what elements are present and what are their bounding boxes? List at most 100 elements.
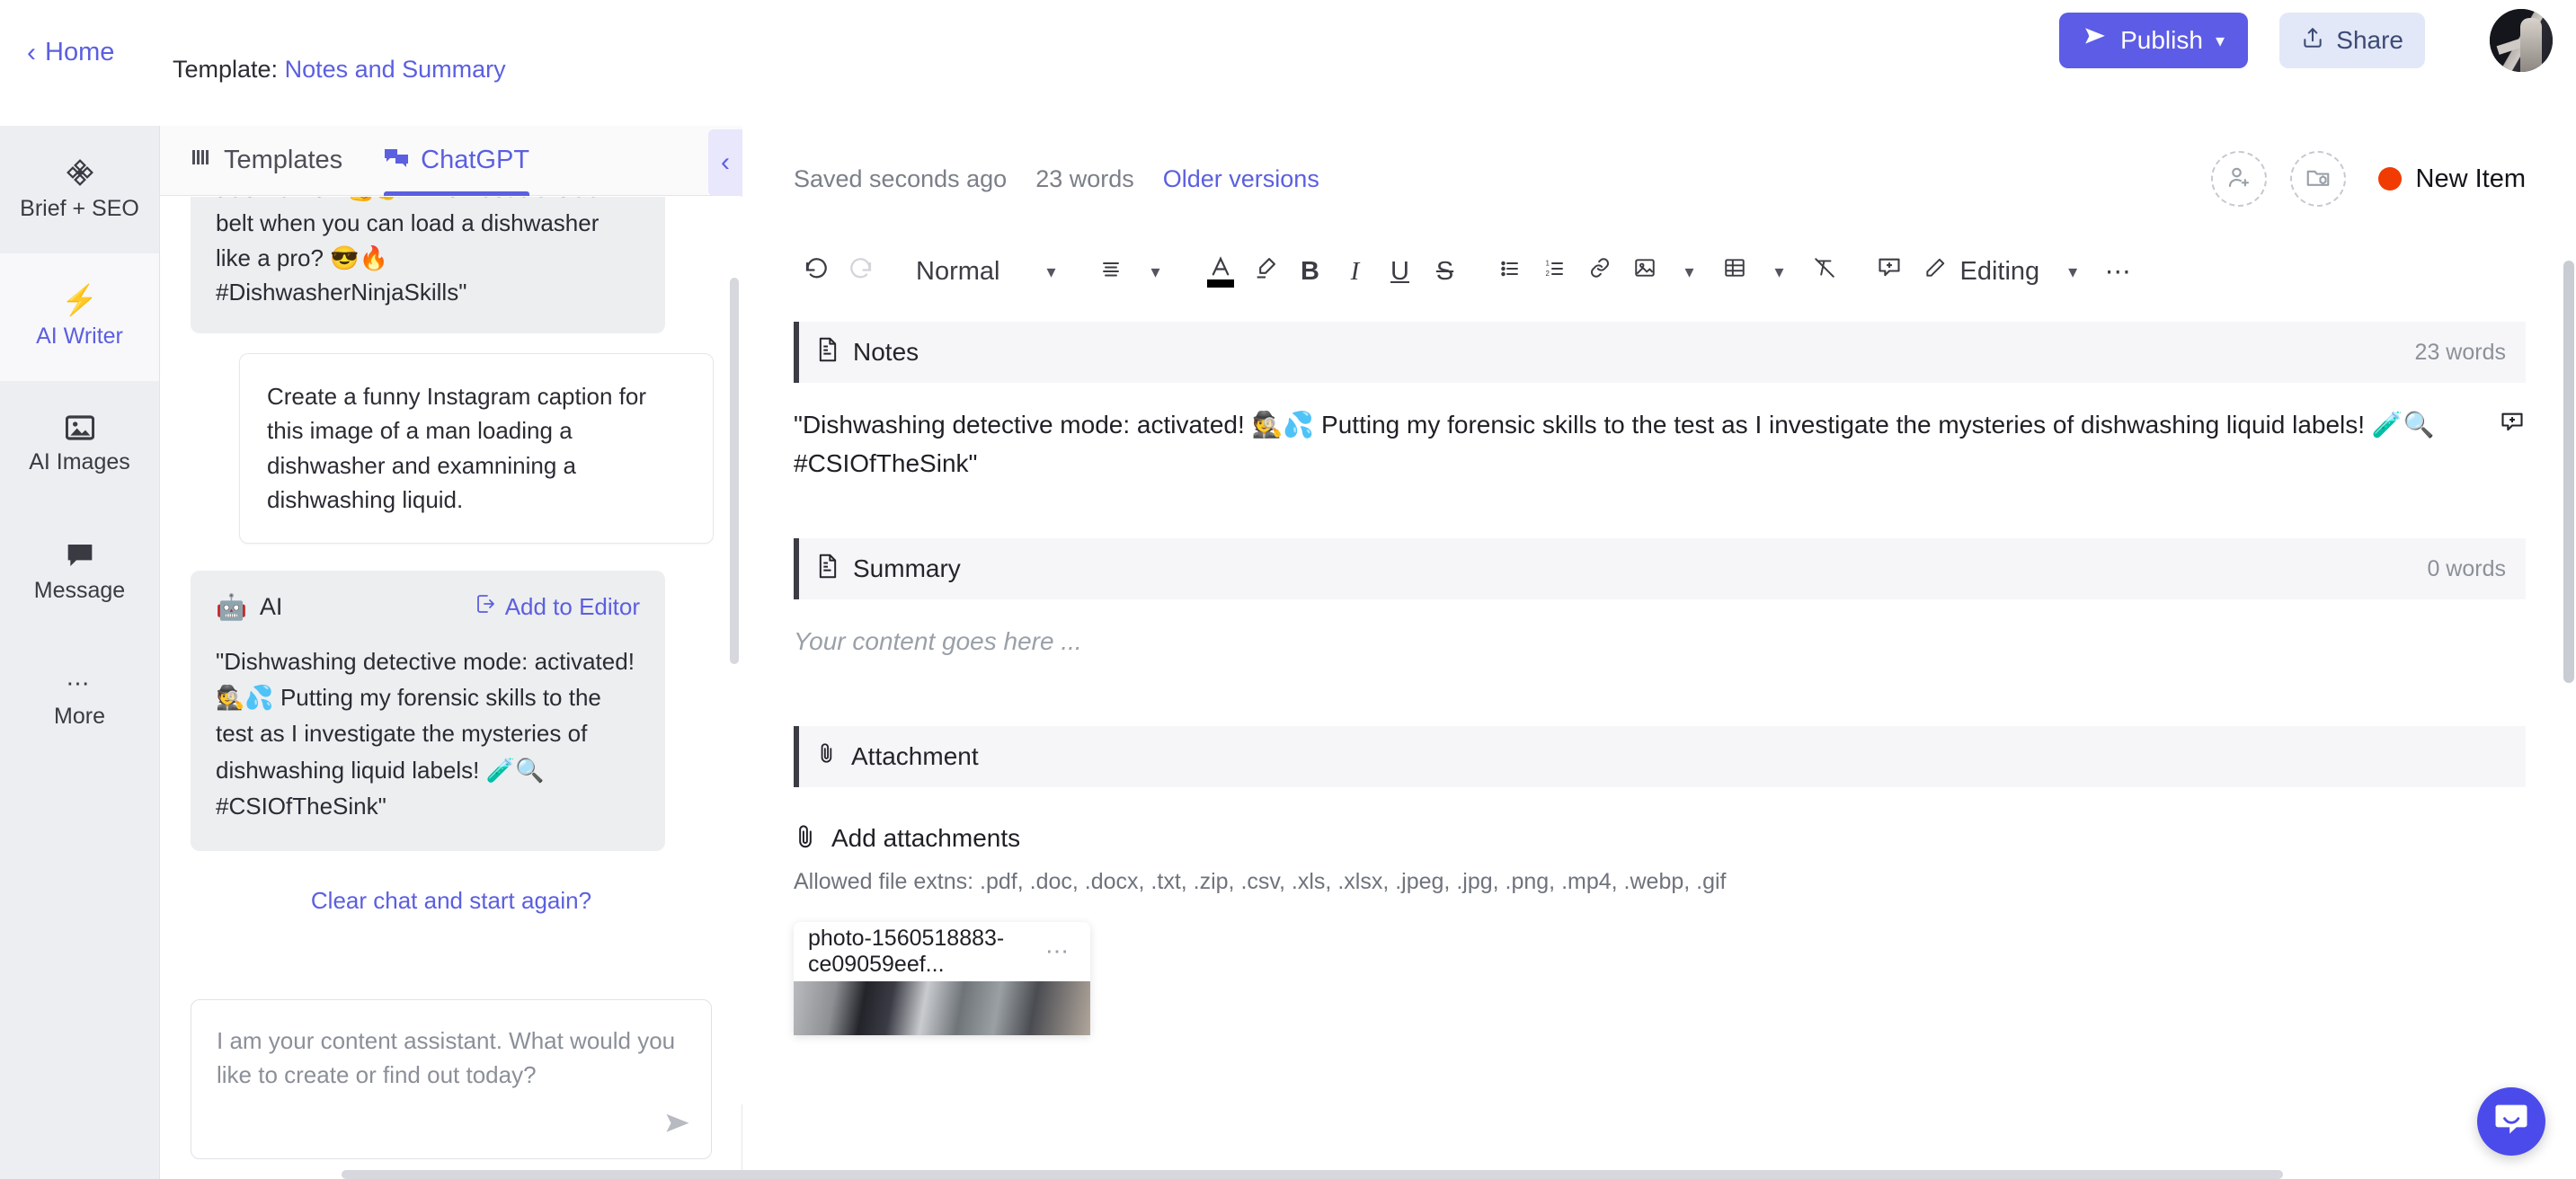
publish-button[interactable]: Publish ▾ xyxy=(2059,13,2248,68)
document-meta: Saved seconds ago 23 words Older version… xyxy=(794,165,1319,193)
sidebar-item-more[interactable]: ⋯ More xyxy=(0,636,159,764)
chevron-left-icon: ‹ xyxy=(721,147,730,177)
section-title: Notes xyxy=(853,338,919,366)
italic-button[interactable]: I xyxy=(1333,246,1378,297)
horizontal-scrollbar[interactable] xyxy=(342,1170,2283,1179)
home-back-link[interactable]: ‹ Home xyxy=(27,38,114,67)
chat-message-user: Create a funny Instagram caption for thi… xyxy=(239,352,714,544)
status-dot-icon xyxy=(2377,167,2402,191)
section-body-text: "Dishwashing detective mode: activated! … xyxy=(794,411,2435,477)
templates-icon xyxy=(191,146,212,175)
strikethrough-button[interactable]: S xyxy=(1423,246,1468,297)
chat-message-ai-previous: true warrior! 💪🧽 Who needs a black belt … xyxy=(191,197,665,333)
saved-status: Saved seconds ago xyxy=(794,164,1008,192)
align-dropdown[interactable]: ▾ xyxy=(1133,246,1178,297)
section-header-attachment: Attachment xyxy=(794,725,2526,787)
section-body-notes[interactable]: "Dishwashing detective mode: activated! … xyxy=(794,406,2526,483)
link-button[interactable] xyxy=(1577,246,1622,297)
add-to-editor-button[interactable]: Add to Editor xyxy=(475,593,640,621)
chat-message-text: "Dishwashing detective mode: activated! … xyxy=(216,647,635,820)
editor-scrollbar[interactable] xyxy=(2563,261,2574,683)
chevron-down-icon: ▾ xyxy=(1046,262,1056,282)
numbered-list-button[interactable]: 1 2 xyxy=(1532,246,1577,297)
add-user-button[interactable] xyxy=(2210,151,2267,207)
template-prefix: Template: xyxy=(173,56,279,83)
clear-formatting-button[interactable] xyxy=(1802,246,1847,297)
paragraph-style-value: Normal xyxy=(916,256,1000,286)
sidebar-item-brief-seo[interactable]: Brief + SEO xyxy=(0,126,159,253)
template-name-link[interactable]: Notes and Summary xyxy=(285,56,506,83)
section-body-summary[interactable]: Your content goes here ... xyxy=(794,623,2526,661)
align-button[interactable] xyxy=(1088,246,1133,297)
section-word-count: 23 words xyxy=(2414,339,2506,365)
avatar[interactable] xyxy=(2490,9,2553,72)
document-icon xyxy=(817,554,839,585)
section-header-summary: Summary 0 words xyxy=(794,538,2526,600)
italic-label: I xyxy=(1350,256,1360,286)
editor-header: Saved seconds ago 23 words Older version… xyxy=(743,126,2576,232)
add-folder-button[interactable] xyxy=(2289,151,2346,207)
send-icon[interactable] xyxy=(663,1111,692,1145)
section-title: Summary xyxy=(853,554,961,583)
collapse-panel-button[interactable]: ‹ xyxy=(708,129,742,196)
intercom-chat-button[interactable] xyxy=(2477,1087,2545,1156)
sidebar-item-label: AI Images xyxy=(29,448,130,474)
chevron-down-icon: ▾ xyxy=(2068,262,2078,282)
chat-message-list[interactable]: true warrior! 💪🧽 Who needs a black belt … xyxy=(160,197,742,1104)
sidebar-item-message[interactable]: Message xyxy=(0,509,159,636)
editor-pane: Saved seconds ago 23 words Older version… xyxy=(743,126,2576,1179)
font-color-button[interactable] xyxy=(1198,246,1243,297)
tab-chatgpt[interactable]: ChatGPT xyxy=(384,126,529,196)
chat-panel: Templates ChatGPT ‹ true warrior! 💪🧽 Who… xyxy=(160,126,742,1179)
tab-templates[interactable]: Templates xyxy=(191,126,342,196)
chat-bubbles-icon xyxy=(384,146,409,175)
sidebar-item-ai-writer[interactable]: ⚡ AI Writer xyxy=(0,253,159,381)
target-icon xyxy=(66,158,94,187)
add-comment-button[interactable] xyxy=(1867,246,1912,297)
chat-input[interactable] xyxy=(191,999,712,1159)
sidebar-item-ai-images[interactable]: AI Images xyxy=(0,381,159,509)
insert-image-button[interactable] xyxy=(1622,246,1667,297)
add-attachments-button[interactable]: Add attachments xyxy=(794,823,2526,855)
editing-mode-dropdown[interactable]: ▾ xyxy=(2050,246,2095,297)
status-badge[interactable]: New Item xyxy=(2377,164,2526,194)
link-icon xyxy=(1586,256,1613,287)
svg-text:1: 1 xyxy=(1545,259,1550,267)
insert-table-dropdown[interactable]: ▾ xyxy=(1757,246,1802,297)
insert-image-dropdown[interactable]: ▾ xyxy=(1667,246,1712,297)
intercom-chat-icon xyxy=(2493,1103,2529,1141)
chat-message-ai: 🤖 AI Add to Editor "Dishwashing detectiv… xyxy=(191,570,665,852)
ellipsis-icon[interactable]: ⋯ xyxy=(1045,937,1070,965)
attachment-card[interactable]: photo-1560518883-ce09059eef... ⋯ xyxy=(794,921,1090,1035)
paperclip-icon xyxy=(794,823,817,855)
underline-button[interactable]: U xyxy=(1378,246,1423,297)
more-options-button[interactable]: ⋯ xyxy=(2095,246,2140,297)
older-versions-link[interactable]: Older versions xyxy=(1163,165,1319,193)
section-word-count: 0 words xyxy=(2427,555,2506,581)
section-body-placeholder: Your content goes here ... xyxy=(794,627,1082,656)
add-comment-icon[interactable] xyxy=(2499,408,2526,447)
bold-label: B xyxy=(1301,256,1319,286)
chevron-left-icon: ‹ xyxy=(27,37,36,67)
editing-mode-button[interactable]: Editing xyxy=(1912,256,2051,287)
share-button[interactable]: Share xyxy=(2279,13,2425,68)
highlight-button[interactable] xyxy=(1243,246,1288,297)
bold-button[interactable]: B xyxy=(1288,246,1333,297)
chat-scrollbar[interactable] xyxy=(730,278,739,664)
clear-chat-link[interactable]: Clear chat and start again? xyxy=(191,887,712,915)
undo-button[interactable] xyxy=(794,246,839,297)
insert-table-button[interactable] xyxy=(1712,246,1757,297)
align-icon xyxy=(1098,257,1124,287)
numbered-list-icon: 1 2 xyxy=(1542,257,1568,287)
allowed-extensions-label: Allowed file extns: .pdf, .doc, .docx, .… xyxy=(794,868,1727,894)
paragraph-style-select[interactable]: Normal ▾ xyxy=(903,257,1069,287)
redo-button[interactable] xyxy=(839,246,884,297)
share-label: Share xyxy=(2336,26,2403,54)
pencil-icon xyxy=(1923,256,1948,287)
chevron-down-icon: ▾ xyxy=(1774,262,1784,282)
bullet-list-button[interactable] xyxy=(1488,246,1532,297)
image-icon xyxy=(1632,256,1657,287)
clear-format-icon xyxy=(1811,256,1838,287)
formatting-toolbar: Normal ▾ ▾ B I U S 1 2 ▾ ▾ Editing ▾ ⋯ xyxy=(743,232,2576,311)
chevron-down-icon: ▾ xyxy=(1684,262,1694,282)
